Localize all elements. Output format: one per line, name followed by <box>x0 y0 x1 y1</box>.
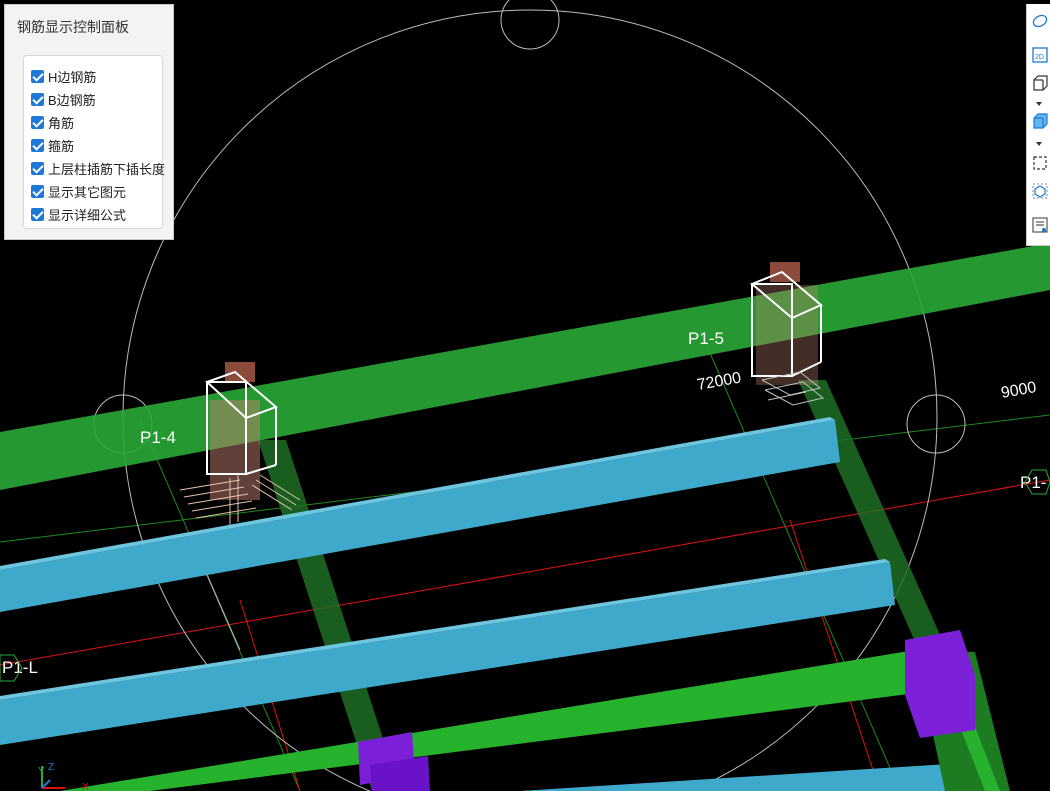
option-label: 箍筋 <box>48 139 75 154</box>
grid-label-p1-4: P1-4 <box>140 428 176 447</box>
axis-z-label: Z <box>48 762 54 773</box>
option-b-rebar[interactable]: B边钢筋 <box>24 88 162 111</box>
selection-box-icon[interactable] <box>1031 154 1049 172</box>
grid-label-p1-right: P1- <box>1020 473 1046 492</box>
grid-label-p1-5: P1-5 <box>688 329 724 348</box>
panel-options-box: H边钢筋 B边钢筋 角筋 箍筋 上层柱插筋下插长度 显示其它图元 显示详细公式 <box>23 55 166 229</box>
column-p1-5[interactable] <box>750 262 825 406</box>
option-corner-rebar[interactable]: 角筋 <box>24 111 162 134</box>
view-box-icon[interactable] <box>1031 74 1049 92</box>
axis-y-label: Y <box>38 766 45 777</box>
dimension-label-72000: 72000 <box>696 369 743 393</box>
rebar-display-control-panel: 钢筋显示控制面板 H边钢筋 B边钢筋 角筋 箍筋 上层柱插筋下插长度 显示其它图… <box>4 4 174 240</box>
option-dowel-length[interactable]: 上层柱插筋下插长度 <box>24 157 166 180</box>
view-2d-icon[interactable]: 2D <box>1031 46 1049 64</box>
checkbox-detailed-formula[interactable] <box>31 208 44 221</box>
checkbox-h-rebar[interactable] <box>31 70 44 83</box>
checkbox-corner-rebar[interactable] <box>31 116 44 129</box>
checkbox-dowel-length[interactable] <box>31 162 44 175</box>
list-settings-icon[interactable] <box>1031 216 1049 234</box>
panel-title: 钢筋显示控制面板 <box>17 19 129 35</box>
view-toolbar: 2D <box>1026 4 1050 246</box>
option-label: 显示其它图元 <box>48 185 127 200</box>
option-label: H边钢筋 <box>48 70 97 85</box>
component-icon[interactable] <box>1031 182 1049 200</box>
beam-green-main[interactable] <box>0 243 1050 490</box>
axes-indicator: Y Z X <box>38 762 89 791</box>
checkbox-other-elements[interactable] <box>31 185 44 198</box>
axis-x-label: X <box>82 782 89 791</box>
option-label: B边钢筋 <box>48 93 96 108</box>
option-h-rebar[interactable]: H边钢筋 <box>24 65 162 88</box>
option-label: 显示详细公式 <box>48 208 127 223</box>
view-2d-text: 2D <box>1035 54 1044 61</box>
view-solid-icon[interactable] <box>1031 112 1049 130</box>
option-stirrup[interactable]: 箍筋 <box>24 134 162 157</box>
option-other-elements[interactable]: 显示其它图元 <box>24 180 162 203</box>
grid-label-p1-l: P1-L <box>2 658 38 677</box>
orbit-icon[interactable] <box>1031 12 1049 30</box>
chevron-down-icon[interactable] <box>1036 142 1042 146</box>
dimension-label-9000: 9000 <box>1000 379 1038 402</box>
chevron-down-icon[interactable] <box>1036 102 1042 106</box>
checkbox-stirrup[interactable] <box>31 139 44 152</box>
checkbox-b-rebar[interactable] <box>31 93 44 106</box>
option-label: 角筋 <box>48 116 75 131</box>
option-label: 上层柱插筋下插长度 <box>48 162 166 177</box>
option-detailed-formula[interactable]: 显示详细公式 <box>24 203 162 226</box>
